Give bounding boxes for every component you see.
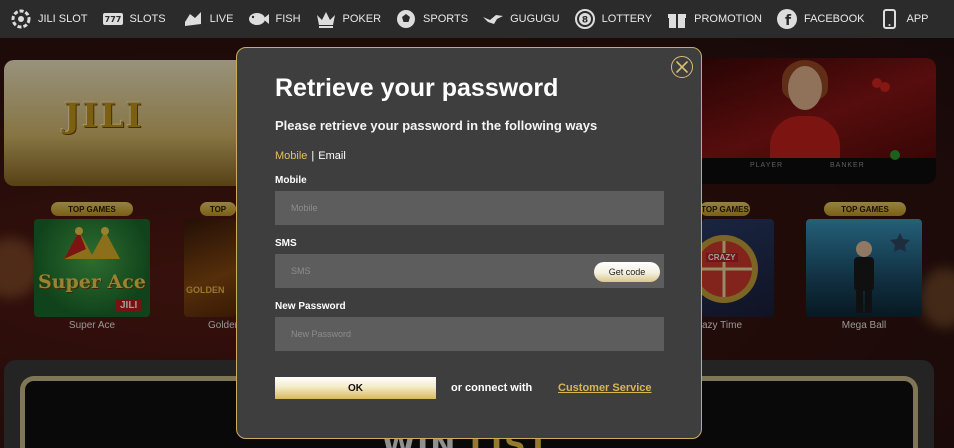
nav-label: FACEBOOK: [803, 13, 865, 25]
nav-gugugu[interactable]: GUGUGU: [482, 0, 560, 38]
live-hand-icon: [182, 8, 204, 30]
svg-text:8: 8: [581, 16, 587, 26]
retrieve-method-tabs: Mobile | Email: [275, 150, 346, 162]
nav-sports[interactable]: SPORTS: [395, 0, 468, 38]
nav-label: POKER: [342, 13, 382, 25]
nav-label: LOTTERY: [601, 13, 653, 25]
nav-live[interactable]: LIVE: [182, 0, 234, 38]
tab-email[interactable]: Email: [318, 150, 346, 162]
phone-icon: [878, 8, 900, 30]
nav-label: FISH: [275, 13, 301, 25]
new-password-label: New Password: [275, 301, 346, 312]
nav-label: APP: [906, 13, 929, 25]
gift-icon: [666, 8, 688, 30]
fish-icon: [247, 8, 270, 30]
or-connect-text: or connect with: [451, 382, 533, 394]
nav-jili-slot[interactable]: JILI SLOT: [10, 0, 88, 38]
customer-service-link[interactable]: Customer Service: [558, 382, 652, 394]
nav-label: GUGUGU: [510, 13, 560, 25]
nav-label: PROMOTION: [694, 13, 762, 25]
nav-poker[interactable]: POKER: [315, 0, 382, 38]
svg-text:777: 777: [104, 15, 121, 24]
ok-button[interactable]: OK: [275, 377, 436, 399]
top-nav: JILI SLOT 777 SLOTS LIVE FISH POKER SPOR…: [0, 0, 954, 38]
dialog-title: Retrieve your password: [275, 74, 559, 102]
mobile-input[interactable]: [275, 191, 664, 225]
nav-lottery[interactable]: 8 LOTTERY: [574, 0, 653, 38]
tab-separator: |: [311, 150, 315, 162]
close-icon: [676, 61, 688, 73]
nav-promotion[interactable]: PROMOTION: [666, 0, 762, 38]
lottery-ball-icon: 8: [574, 8, 596, 30]
sms-label: SMS: [275, 238, 297, 249]
soccer-ball-icon: [395, 8, 417, 30]
svg-text:f: f: [785, 13, 792, 29]
bird-icon: [482, 8, 504, 30]
new-password-input[interactable]: [275, 317, 664, 351]
nav-slots[interactable]: 777 SLOTS: [102, 0, 166, 38]
get-code-button[interactable]: Get code: [594, 262, 660, 282]
tab-mobile[interactable]: Mobile: [275, 150, 307, 162]
gear-spin-icon: [10, 8, 32, 30]
nav-app[interactable]: APP: [878, 0, 929, 38]
slot-777-icon: 777: [102, 8, 124, 30]
nav-fish[interactable]: FISH: [247, 0, 301, 38]
nav-label: JILI SLOT: [38, 13, 88, 25]
dialog-subtitle: Please retrieve your password in the fol…: [275, 118, 598, 133]
mobile-label: Mobile: [275, 175, 307, 186]
nav-label: SLOTS: [129, 13, 166, 25]
close-button[interactable]: [671, 56, 693, 78]
retrieve-password-dialog: Retrieve your password Please retrieve y…: [236, 47, 702, 439]
nav-facebook[interactable]: f FACEBOOK: [776, 0, 865, 38]
crown-icon: [315, 8, 337, 30]
nav-label: SPORTS: [423, 13, 469, 25]
facebook-icon: f: [776, 8, 798, 30]
nav-label: LIVE: [209, 13, 234, 25]
